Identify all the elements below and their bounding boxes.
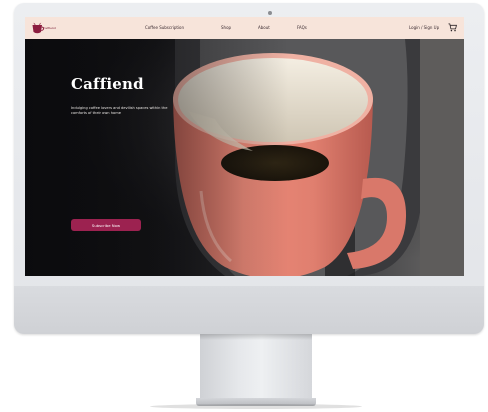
logo-text: Caffiend	[43, 26, 56, 30]
monitor-stand	[200, 334, 312, 398]
screen: Caffiend Coffee Subscription Shop About …	[25, 17, 464, 276]
logo[interactable]: Caffiend	[31, 21, 61, 35]
foot-shadow	[150, 404, 362, 409]
login-signup-link[interactable]: Login / Sign Up	[409, 25, 439, 30]
subscribe-now-button[interactable]: Subscribe Now	[71, 219, 141, 231]
nav-coffee-subscription[interactable]: Coffee Subscription	[145, 25, 184, 30]
nav-faqs[interactable]: FAQs	[297, 25, 307, 30]
cart-icon[interactable]	[448, 23, 457, 32]
nav-about[interactable]: About	[258, 25, 270, 30]
hero-section: Caffiend Indulging coffee lovers and dev…	[25, 39, 464, 276]
monitor-chin	[14, 286, 484, 334]
stand-shadow	[200, 334, 312, 340]
camera-dot	[268, 11, 272, 15]
navbar: Caffiend Coffee Subscription Shop About …	[25, 17, 464, 39]
hero-tagline: Indulging coffee lovers and devilish spa…	[71, 106, 168, 115]
nav-shop[interactable]: Shop	[221, 25, 231, 30]
hero-title: Caffiend	[71, 75, 144, 93]
